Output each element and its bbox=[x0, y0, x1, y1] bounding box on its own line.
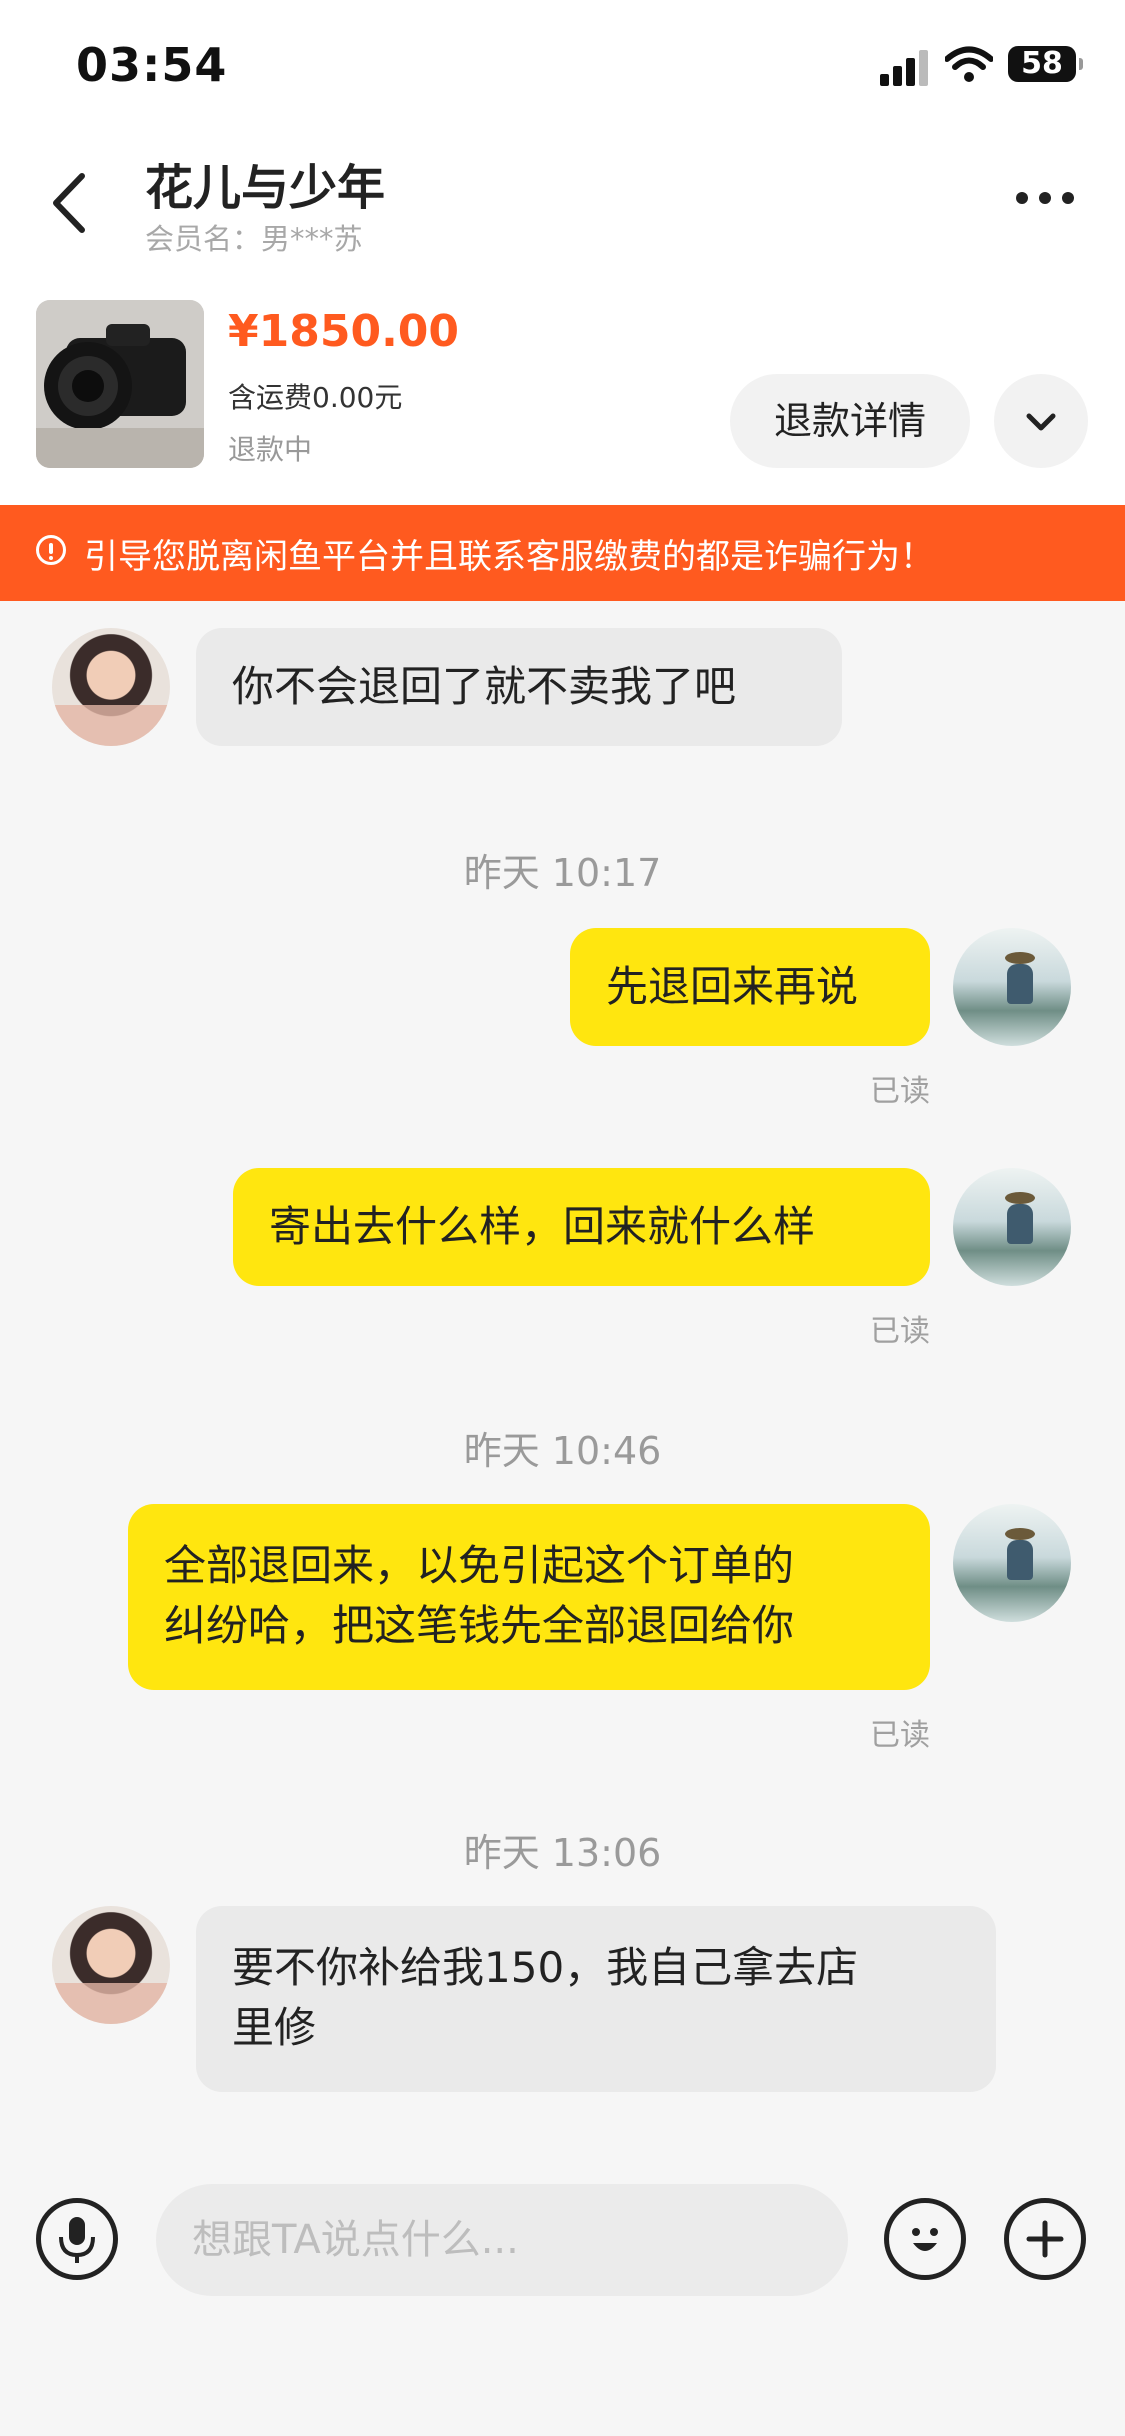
message-line: 里修 bbox=[232, 2003, 317, 2052]
message-bubble: 全部退回来，以免引起这个订单的 纠纷哈，把这笔钱先全部退回给你 bbox=[128, 1504, 930, 1690]
contact-name: 花儿与少年 bbox=[145, 160, 386, 216]
warning-icon bbox=[36, 535, 66, 565]
read-receipt: 已读 bbox=[870, 1314, 930, 1349]
plus-icon bbox=[1026, 2220, 1064, 2258]
message-bubble: 寄出去什么样，回来就什么样 bbox=[233, 1168, 930, 1286]
product-price: ¥1850.00 bbox=[228, 306, 460, 357]
self-avatar[interactable] bbox=[953, 1168, 1071, 1286]
wifi-icon bbox=[945, 46, 993, 82]
input-bar: 想跟TA说点什么... bbox=[0, 2150, 1125, 2436]
self-avatar[interactable] bbox=[953, 928, 1071, 1046]
emoji-icon bbox=[912, 2228, 938, 2251]
message-timestamp: 昨天 10:46 bbox=[463, 1429, 662, 1473]
battery-icon: 58 bbox=[1008, 46, 1083, 82]
status-time: 03:54 bbox=[76, 38, 228, 92]
emoji-button[interactable] bbox=[884, 2198, 966, 2280]
contact-avatar[interactable] bbox=[52, 1906, 170, 2024]
message-line: 全部退回来，以免引起这个订单的 bbox=[164, 1541, 795, 1590]
message-line: 纠纷哈，把这笔钱先全部退回给你 bbox=[164, 1601, 795, 1650]
message-timestamp: 昨天 10:17 bbox=[463, 851, 662, 895]
self-avatar[interactable] bbox=[953, 1504, 1071, 1622]
message-line: 要不你补给我150，我自己拿去店 bbox=[232, 1943, 859, 1992]
product-card[interactable]: ¥1850.00 含运费0.00元 退款中 退款详情 bbox=[0, 270, 1125, 505]
message-timestamp: 昨天 13:06 bbox=[463, 1831, 662, 1875]
member-name: 会员名：男***苏 bbox=[145, 222, 363, 256]
message-bubble: 要不你补给我150，我自己拿去店 里修 bbox=[196, 1906, 996, 2092]
back-arrow-icon[interactable] bbox=[44, 168, 104, 238]
shipping-fee: 含运费0.00元 bbox=[228, 381, 403, 414]
product-thumbnail[interactable] bbox=[36, 300, 204, 468]
chevron-down-icon bbox=[1026, 413, 1056, 431]
message-bubble: 先退回来再说 bbox=[570, 928, 930, 1046]
read-receipt: 已读 bbox=[870, 1074, 930, 1109]
expand-button[interactable] bbox=[994, 374, 1088, 468]
chat-header: 花儿与少年 会员名：男***苏 bbox=[0, 130, 1125, 270]
status-bar: 03:54 58 bbox=[0, 0, 1125, 130]
microphone-icon bbox=[59, 2217, 95, 2263]
message-input[interactable]: 想跟TA说点什么... bbox=[156, 2184, 848, 2296]
message-bubble: 你不会退回了就不卖我了吧 bbox=[196, 628, 842, 746]
voice-button[interactable] bbox=[36, 2198, 118, 2280]
contact-avatar[interactable] bbox=[52, 628, 170, 746]
add-button[interactable] bbox=[1004, 2198, 1086, 2280]
warning-text: 引导您脱离闲鱼平台并且联系客服缴费的都是诈骗行为！ bbox=[84, 537, 934, 577]
more-icon[interactable] bbox=[1010, 182, 1080, 212]
refund-details-button[interactable]: 退款详情 bbox=[730, 374, 970, 468]
battery-level: 58 bbox=[1021, 46, 1063, 81]
read-receipt: 已读 bbox=[870, 1718, 930, 1753]
fraud-warning-banner: 引导您脱离闲鱼平台并且联系客服缴费的都是诈骗行为！ bbox=[0, 505, 1125, 601]
order-status: 退款中 bbox=[228, 433, 313, 466]
signal-icon bbox=[880, 50, 930, 86]
